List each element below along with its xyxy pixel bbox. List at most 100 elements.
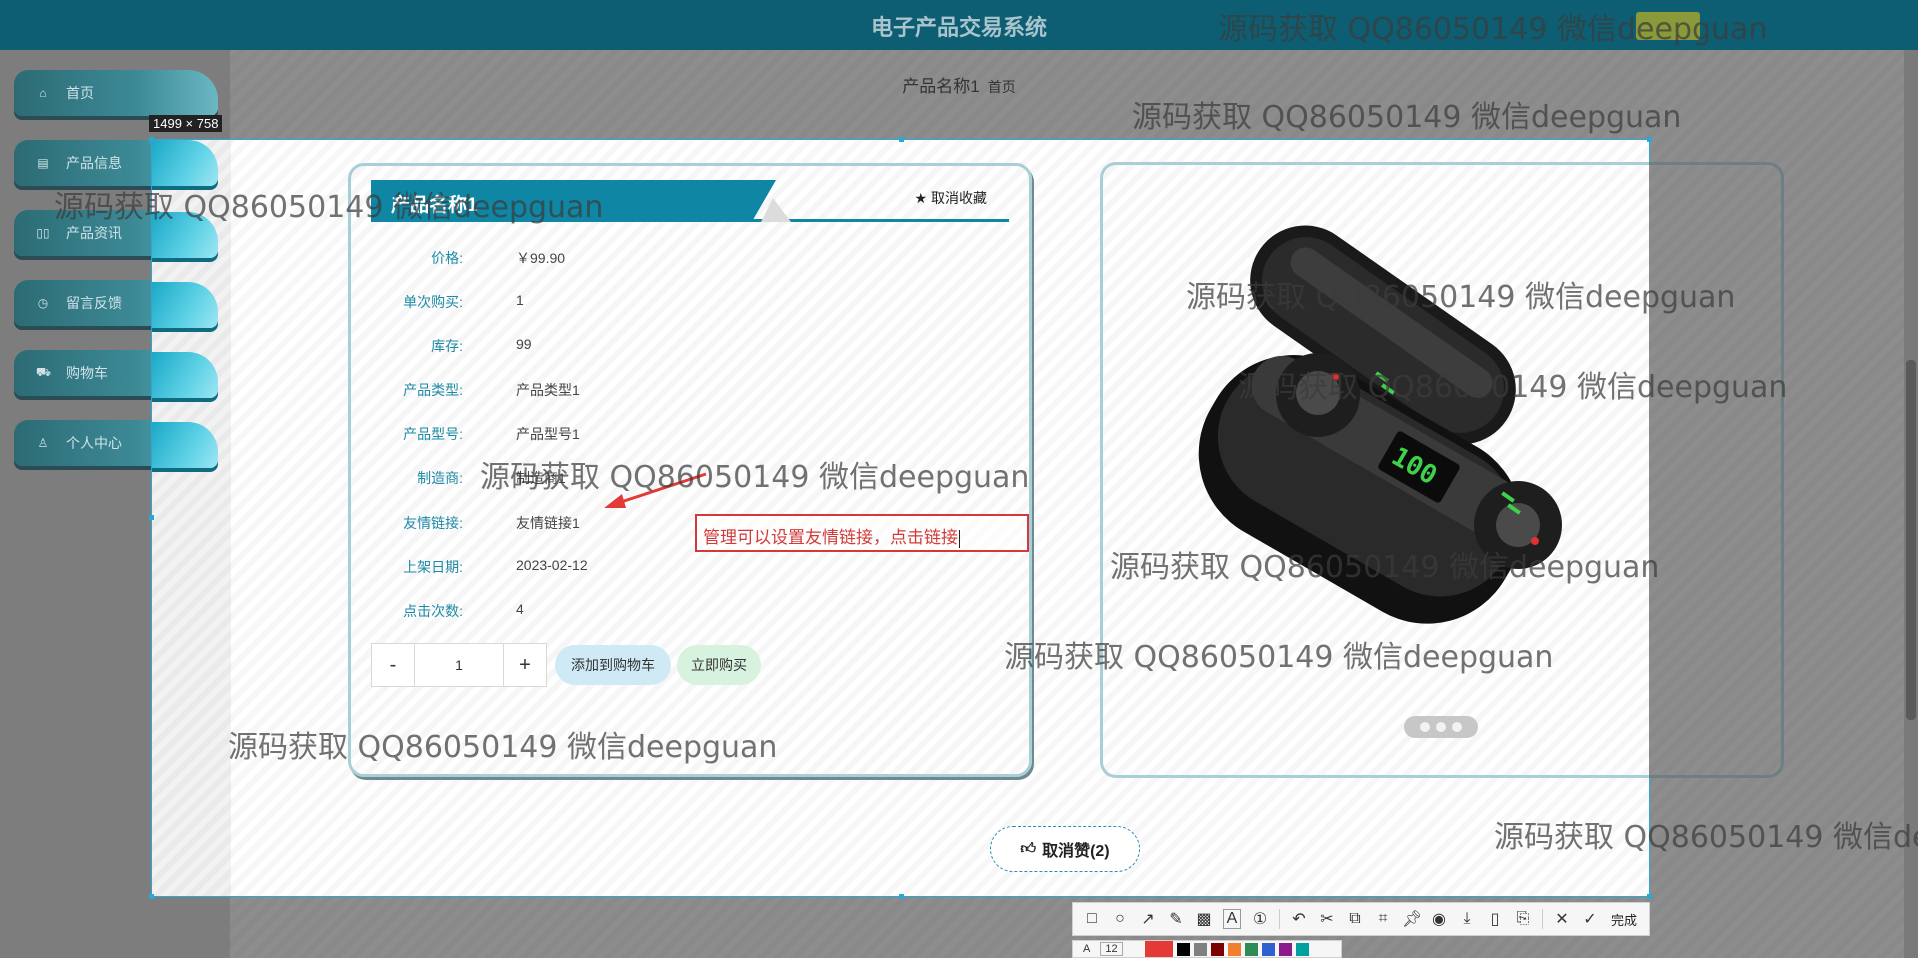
sidebar-item-label: 购物车 (66, 365, 108, 381)
done-button[interactable]: 完成 (1611, 910, 1637, 929)
capture-toolbar: □ ○ ↗ ✎ ▩ A ① ↶ ✂ ⧉ ⌗ 📌︎ ◉ ⤓ ▯ ⎘ ✕ ✓ 完成 (1072, 902, 1650, 936)
color-swatch[interactable] (1244, 942, 1258, 956)
scissors-icon[interactable]: ✂ (1318, 909, 1336, 929)
resize-handle[interactable] (1647, 894, 1652, 899)
friendly-link[interactable]: 友情链接1 (516, 513, 580, 533)
bookmark-icon[interactable]: ⎘ (1514, 910, 1532, 928)
carousel-dot[interactable] (1452, 722, 1462, 732)
field-label: 产品型号: (403, 426, 463, 442)
color-swatch[interactable] (1261, 942, 1275, 956)
resize-handle[interactable] (1647, 137, 1652, 142)
color-swatch[interactable] (1193, 942, 1207, 956)
sidebar-item-label: 产品信息 (66, 155, 122, 171)
image-card-dimmed-edge (1649, 162, 1784, 778)
watermark: 源码获取 QQ86050149 微信deepguan (1494, 820, 1918, 855)
like-button[interactable]: 👍︎ 取消赞(2) (990, 826, 1140, 872)
printer-icon: ▤ (37, 156, 49, 170)
like-label: 取消赞(2) (1042, 843, 1110, 860)
breadcrumb-home[interactable]: 首页 (988, 79, 1016, 95)
download-icon[interactable]: ⤓ (1458, 910, 1476, 928)
close-icon[interactable]: ✕ (1553, 909, 1571, 929)
sidebar-item-label: 首页 (66, 85, 94, 101)
color-swatch[interactable] (1295, 942, 1309, 956)
field-label: 制造商: (417, 470, 463, 486)
phone-icon[interactable]: ▯ (1486, 909, 1504, 929)
translate-icon[interactable]: ⧉ (1346, 910, 1364, 928)
increase-button[interactable]: + (504, 644, 546, 686)
watermark: 源码获取 QQ86050149 微信deepguan (228, 730, 778, 765)
annotation-text: 管理可以设置友情链接，点击链接 (703, 528, 958, 547)
carousel-dot[interactable] (1436, 722, 1446, 732)
field-label: 友情链接: (403, 515, 463, 531)
buy-now-button[interactable]: 立即购买 (677, 645, 761, 685)
watermark: 源码获取 QQ86050149 微信deepguan (1004, 640, 1554, 675)
toolbar-divider (1542, 909, 1543, 929)
undo-icon[interactable]: ↶ (1290, 909, 1308, 929)
watermark: 源码获取 QQ86050149 微信deepguan (1186, 280, 1736, 315)
field-price: 价格: ￥99.90 (351, 248, 991, 268)
ellipse-tool-icon[interactable]: ○ (1111, 910, 1129, 928)
pin-icon[interactable]: 📌︎ (1402, 909, 1422, 929)
title-ribbon-tail (761, 198, 791, 222)
rectangle-tool-icon[interactable]: □ (1083, 910, 1101, 928)
font-size-select[interactable]: 12 (1100, 942, 1123, 956)
text-cursor (959, 529, 960, 548)
field-value: 4 (516, 601, 524, 617)
field-stock: 库存: 99 (351, 336, 991, 356)
color-swatch[interactable] (1278, 942, 1292, 956)
annotation-text-box[interactable]: 管理可以设置友情链接，点击链接 (695, 514, 1029, 552)
color-swatch[interactable] (1227, 942, 1241, 956)
carousel-indicator (1404, 716, 1478, 738)
field-label: 价格: (431, 250, 463, 266)
quantity-input[interactable]: 1 (414, 644, 504, 686)
text-style-icon[interactable]: A (1083, 943, 1090, 955)
add-to-cart-button[interactable]: 添加到购物车 (555, 645, 671, 685)
field-label: 单次购买: (403, 294, 463, 310)
watermark: 源码获取 QQ86050149 微信deepguan (1218, 12, 1768, 47)
mosaic-tool-icon[interactable]: ▩ (1195, 909, 1213, 929)
check-icon[interactable]: ✓ (1581, 909, 1599, 929)
thumbs-up-icon: 👍︎ (1020, 840, 1037, 857)
watermark: 源码获取 QQ86050149 微信deepguan (480, 460, 1030, 495)
field-value: 产品型号1 (516, 426, 580, 442)
field-click-count: 点击次数: 4 (351, 601, 991, 621)
scrollbar-thumb[interactable] (1906, 360, 1916, 720)
quantity-stepper: - 1 + (371, 643, 547, 687)
color-swatch[interactable] (1210, 942, 1224, 956)
resize-handle[interactable] (899, 894, 904, 899)
field-value: ￥99.90 (516, 250, 566, 266)
resize-handle[interactable] (149, 515, 154, 520)
color-palette: A 12 (1072, 940, 1342, 958)
record-icon[interactable]: ◉ (1430, 909, 1448, 929)
color-swatch[interactable] (1176, 942, 1190, 956)
field-label: 产品类型: (403, 382, 463, 398)
pen-tool-icon[interactable]: ✎ (1167, 909, 1185, 929)
watermark: 源码获取 QQ86050149 微信deepguan (1132, 100, 1682, 135)
field-label: 库存: (431, 338, 463, 354)
arrow-tool-icon[interactable]: ↗ (1139, 909, 1157, 929)
field-value: 产品类型1 (516, 382, 580, 398)
favorite-label: 取消收藏 (931, 190, 987, 206)
field-product-model: 产品型号: 产品型号1 (351, 424, 991, 444)
ocr-icon[interactable]: ⌗ (1374, 910, 1392, 928)
breadcrumb-current: 产品名称1 (902, 77, 980, 96)
sidebar-item-label: 个人中心 (66, 435, 122, 451)
sidebar-item-home[interactable]: ⌂ 首页 (14, 70, 218, 116)
resize-handle[interactable] (899, 137, 904, 142)
sidebar-item-label: 留言反馈 (66, 295, 122, 311)
field-listing-date: 上架日期: 2023-02-12 (351, 557, 991, 577)
field-value: 2023-02-12 (516, 557, 588, 573)
field-value: 1 (516, 292, 524, 308)
resize-handle[interactable] (149, 894, 154, 899)
field-label: 点击次数: (403, 603, 463, 619)
color-swatch-selected[interactable] (1144, 941, 1173, 957)
watermark: 源码获取 QQ86050149 微信deepguan (54, 190, 604, 225)
decrease-button[interactable]: - (372, 644, 414, 686)
favorite-button[interactable]: ★ 取消收藏 (915, 188, 987, 208)
field-value: 99 (516, 336, 532, 352)
number-tool-icon[interactable]: ① (1251, 909, 1269, 929)
field-product-type: 产品类型: 产品类型1 (351, 380, 991, 400)
carousel-dot[interactable] (1420, 722, 1430, 732)
text-tool-icon[interactable]: A (1223, 909, 1241, 929)
resize-handle[interactable] (149, 137, 154, 142)
